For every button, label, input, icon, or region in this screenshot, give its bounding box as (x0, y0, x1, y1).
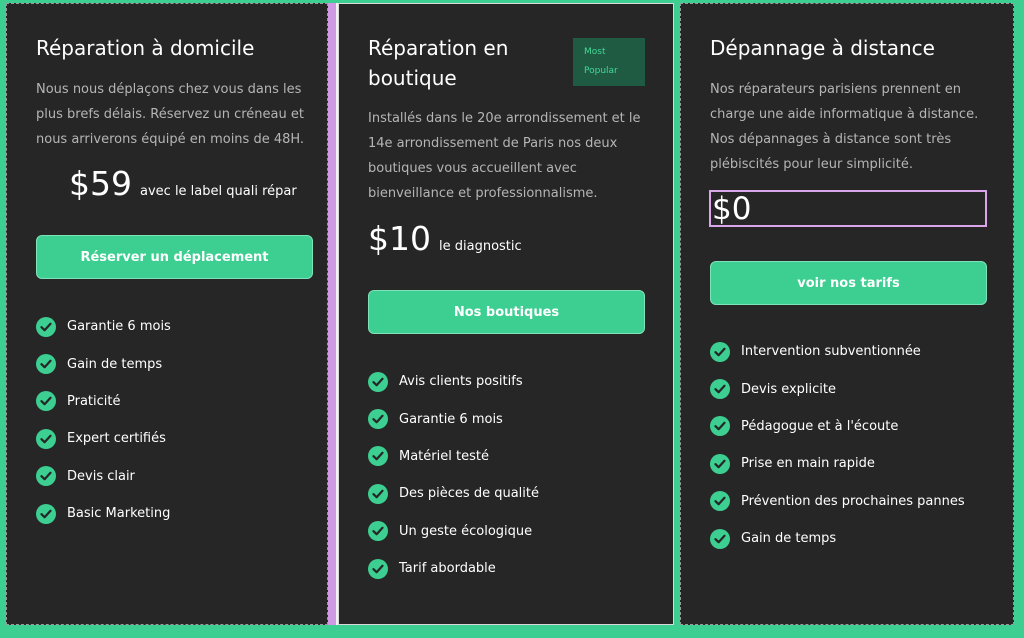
check-circle-icon (368, 409, 388, 430)
check-circle-icon (710, 379, 730, 400)
price-block: $10 le diagnostic (368, 219, 522, 259)
list-item: Garantie 6 mois (36, 308, 316, 345)
card-description: Installés dans le 20e arrondissement et … (368, 111, 641, 201)
feature-label: Gain de temps (741, 531, 837, 547)
check-circle-icon (36, 391, 56, 412)
feature-label: Tarif abordable (399, 561, 496, 577)
list-item: Gain de temps (710, 520, 1010, 557)
list-item: Tarif abordable (368, 550, 658, 587)
feature-label: Gain de temps (67, 356, 163, 372)
check-circle-icon (368, 558, 388, 579)
check-circle-icon (36, 466, 56, 487)
list-item: Pédagogue et à l'écoute (710, 408, 1010, 445)
feature-label: Des pièces de qualité (399, 486, 539, 502)
list-item: Un geste écologique (368, 513, 658, 550)
pricing-card-remote-support: Dépannage à distance Nos réparateurs par… (680, 3, 1014, 625)
feature-label: Devis clair (67, 468, 135, 484)
feature-label: Basic Marketing (67, 506, 171, 522)
check-circle-icon (36, 316, 56, 337)
list-item: Prévention des prochaines pannes (710, 483, 1010, 520)
shops-button[interactable]: Nos boutiques (368, 290, 645, 334)
pricing-section: Réparation à domicile Nous nous déplaçon… (0, 0, 1024, 628)
price-amount: $59 (69, 164, 132, 203)
card-description: Nous nous déplaçons chez vous dans les p… (36, 82, 305, 147)
feature-label: Garantie 6 mois (399, 411, 503, 427)
check-circle-icon (368, 483, 388, 504)
feature-label: Praticité (67, 393, 121, 409)
feature-label: Intervention subventionnée (741, 344, 921, 360)
check-circle-icon (368, 446, 388, 467)
pricing-card-home-repair: Réparation à domicile Nous nous déplaçon… (6, 3, 328, 625)
check-circle-icon (368, 371, 388, 392)
price-block: $59 avec le label quali répar (69, 164, 297, 204)
feature-label: Pédagogue et à l'écoute (741, 418, 899, 434)
check-circle-icon (36, 503, 56, 524)
list-item: Avis clients positifs (368, 363, 658, 400)
feature-label: Avis clients positifs (399, 374, 523, 390)
check-circle-icon (710, 416, 730, 437)
book-visit-button[interactable]: Réserver un déplacement (36, 235, 313, 279)
price-amount: $10 (368, 219, 431, 258)
check-circle-icon (710, 491, 730, 512)
list-item: Expert certifiés (36, 420, 316, 457)
feature-label: Matériel testé (399, 448, 489, 464)
card-title: Dépannage à distance (710, 36, 935, 60)
check-circle-icon (36, 428, 56, 449)
check-circle-icon (710, 341, 730, 362)
feature-label: Devis explicite (741, 381, 837, 397)
price-note: le diagnostic (439, 239, 522, 254)
feature-label: Prise en main rapide (741, 456, 875, 472)
feature-label: Un geste écologique (399, 523, 533, 539)
selected-price-element[interactable]: $0 (709, 190, 987, 227)
feature-label: Expert certifiés (67, 431, 166, 447)
list-item: Intervention subventionnée (710, 333, 1010, 370)
feature-list: Avis clients positifs Garantie 6 mois Ma… (368, 363, 658, 587)
list-item: Gain de temps (36, 345, 316, 382)
feature-list: Garantie 6 mois Gain de temps Praticité … (36, 308, 316, 532)
price-note: avec le label quali répar (140, 184, 297, 199)
check-circle-icon (710, 528, 730, 549)
list-item: Matériel testé (368, 438, 658, 475)
card-description: Nos réparateurs parisiens prennent en ch… (710, 82, 979, 172)
list-item: Des pièces de qualité (368, 475, 658, 512)
feature-list: Intervention subventionnée Devis explici… (710, 333, 1010, 557)
column-divider[interactable] (328, 3, 336, 625)
card-title: Réparation à domicile (36, 36, 255, 60)
see-prices-button[interactable]: voir nos tarifs (710, 261, 987, 305)
list-item: Prise en main rapide (710, 445, 1010, 482)
list-item: Basic Marketing (36, 495, 316, 532)
card-title: Réparation en boutique (368, 36, 509, 90)
list-item: Devis clair (36, 458, 316, 495)
feature-label: Garantie 6 mois (67, 319, 171, 335)
feature-label: Prévention des prochaines pannes (741, 493, 965, 509)
check-circle-icon (368, 521, 388, 542)
check-circle-icon (710, 453, 730, 474)
pricing-card-shop-repair: Réparation en boutique Most Popular Inst… (338, 3, 674, 625)
price-amount: $0 (712, 191, 752, 227)
list-item: Devis explicite (710, 370, 1010, 407)
list-item: Garantie 6 mois (368, 400, 658, 437)
most-popular-badge: Most Popular (573, 38, 645, 86)
list-item: Praticité (36, 383, 316, 420)
check-circle-icon (36, 354, 56, 375)
